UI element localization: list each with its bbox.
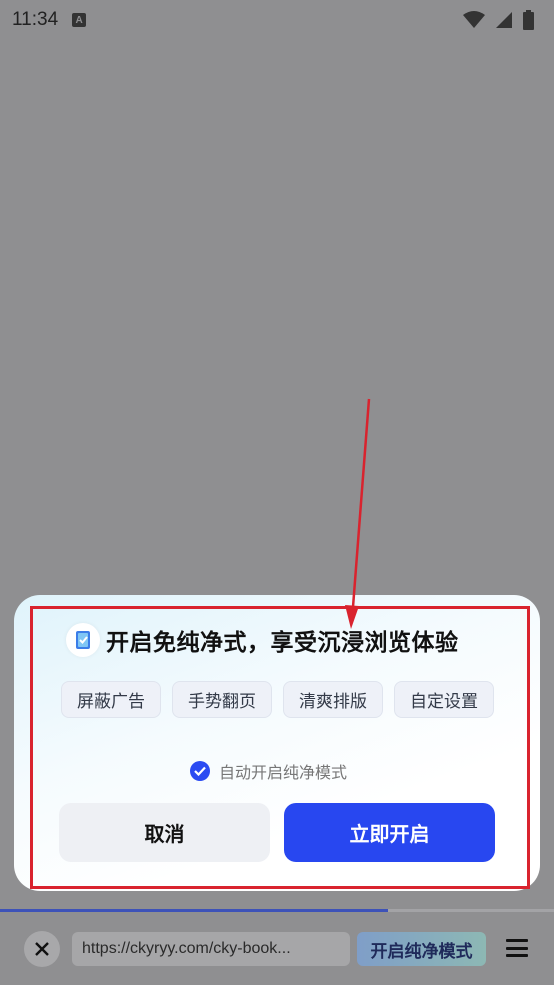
menu-icon[interactable] [505,936,529,960]
annotation-arrow [345,398,371,629]
close-icon [35,942,49,956]
url-bar[interactable]: https://ckyryy.com/cky-book... [72,932,350,966]
close-button[interactable] [24,931,60,967]
browser-toolbar: https://ckyryy.com/cky-book... 开启纯净模式 [0,912,554,985]
pure-mode-button[interactable]: 开启纯净模式 [357,932,486,966]
